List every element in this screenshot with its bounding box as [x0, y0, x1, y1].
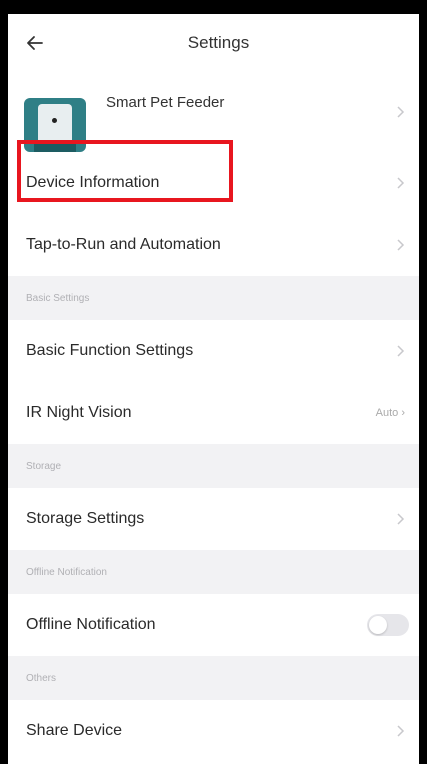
tap-to-run-label: Tap-to-Run and Automation [26, 236, 221, 253]
settings-screen: Settings Smart Pet Feeder Device Informa… [8, 14, 419, 764]
section-header-basic: Basic Settings [8, 276, 419, 320]
ir-night-vision-row[interactable]: IR Night Vision Auto › [8, 382, 419, 444]
ir-night-vision-label: IR Night Vision [26, 404, 132, 421]
chevron-right-icon [397, 513, 405, 525]
toggle-knob [369, 616, 387, 634]
section-header-others: Others [8, 656, 419, 700]
device-name: Smart Pet Feeder [106, 94, 225, 111]
chevron-right-icon [397, 177, 405, 189]
section-header-storage: Storage [8, 444, 419, 488]
tap-to-run-row[interactable]: Tap-to-Run and Automation [8, 214, 419, 276]
section-header-offline: Offline Notification [8, 550, 419, 594]
share-device-row[interactable]: Share Device [8, 700, 419, 762]
basic-function-settings-label: Basic Function Settings [26, 342, 194, 359]
offline-notification-label: Offline Notification [26, 616, 156, 633]
page-title: Settings [187, 33, 250, 52]
chevron-right-icon [397, 725, 405, 737]
offline-notification-row: Offline Notification [8, 594, 419, 656]
basic-function-settings-row[interactable]: Basic Function Settings [8, 320, 419, 382]
storage-settings-label: Storage Settings [26, 510, 145, 527]
storage-settings-row[interactable]: Storage Settings [8, 488, 419, 550]
offline-notification-toggle[interactable] [367, 614, 409, 636]
share-device-label: Share Device [26, 722, 123, 739]
device-information-label: Device Information [26, 174, 160, 191]
device-information-row[interactable]: Device Information [8, 152, 419, 214]
chevron-right-icon [397, 345, 405, 357]
device-row[interactable]: Smart Pet Feeder [8, 72, 419, 152]
chevron-right-icon [397, 106, 405, 118]
pet-feeder-thumbnail [24, 98, 86, 152]
header-bar: Settings [8, 14, 419, 72]
back-arrow-icon[interactable] [26, 34, 44, 52]
chevron-right-icon [397, 239, 405, 251]
ir-night-vision-value: Auto › [375, 407, 405, 419]
